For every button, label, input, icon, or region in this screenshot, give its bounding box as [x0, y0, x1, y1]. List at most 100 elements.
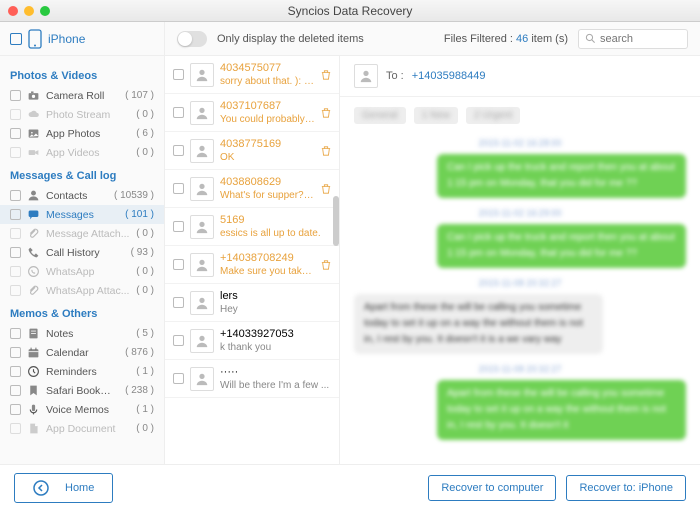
to-number: +14035988449: [412, 70, 486, 82]
conversation-row[interactable]: 4034575077sorry about that. ): okay,...: [165, 56, 339, 94]
chip[interactable]: 1 New: [414, 107, 458, 124]
chip[interactable]: General: [354, 107, 406, 124]
message-timestamp: 2015-11-02 16:29:00: [354, 208, 686, 218]
checkbox[interactable]: [173, 259, 184, 270]
checkbox[interactable]: [10, 404, 21, 415]
sidebar-item-count: ( 1 ): [136, 404, 154, 415]
avatar-icon: [190, 215, 214, 239]
trash-icon: [321, 260, 331, 270]
sidebar-item-reminder[interactable]: Reminders( 1 ): [0, 362, 164, 381]
search-field[interactable]: [578, 29, 688, 49]
checkbox[interactable]: [10, 366, 21, 377]
sidebar-item-label: Reminders: [46, 366, 130, 378]
conversation-row[interactable]: +14033927053k thank you: [165, 322, 339, 360]
conversation-name: 4038775169: [220, 138, 315, 150]
avatar-icon: [190, 291, 214, 315]
top-toolbar: iPhone Only display the deleted items Fi…: [0, 22, 700, 56]
sidebar-item-phone[interactable]: Call History( 93 ): [0, 243, 164, 262]
checkbox[interactable]: [173, 107, 184, 118]
home-button[interactable]: Home: [14, 473, 113, 503]
conversation-list: 4034575077sorry about that. ): okay,...4…: [165, 56, 340, 464]
filter-chips: General 1 New 2 Urgent: [354, 107, 686, 124]
checkbox[interactable]: [173, 373, 184, 384]
sidebar-item-calendar[interactable]: Calendar( 876 ): [0, 343, 164, 362]
sidebar-item-video: App Videos( 0 ): [0, 143, 164, 162]
checkbox[interactable]: [173, 145, 184, 156]
avatar-icon: [190, 101, 214, 125]
checkbox[interactable]: [173, 335, 184, 346]
conversation-row[interactable]: 4037107687You could probably use ...: [165, 94, 339, 132]
attach-icon: [27, 227, 40, 240]
checkbox[interactable]: [10, 128, 21, 139]
avatar-icon: [190, 177, 214, 201]
sidebar-item-label: Notes: [46, 328, 130, 340]
checkbox[interactable]: [10, 247, 21, 258]
conversation-preview: OK: [220, 152, 315, 163]
avatar-icon: [190, 253, 214, 277]
checkbox[interactable]: [10, 385, 21, 396]
checkbox[interactable]: [173, 69, 184, 80]
note-icon: [27, 327, 40, 340]
conversation-name: ·····: [220, 366, 331, 378]
incoming-message: Apart from these the will be calling you…: [354, 294, 603, 354]
avatar-icon: [190, 139, 214, 163]
checkbox[interactable]: [10, 90, 21, 101]
sidebar-item-message[interactable]: Messages( 101 ): [0, 205, 164, 224]
sidebar-item-photo[interactable]: App Photos( 6 ): [0, 124, 164, 143]
checkbox: [10, 109, 21, 120]
recipient-header: To : +14035988449: [340, 56, 700, 97]
sidebar-item-count: ( 101 ): [125, 209, 154, 220]
search-input[interactable]: [600, 33, 680, 45]
conversation-name: 4034575077: [220, 62, 315, 74]
scrollbar-thumb[interactable]: [333, 196, 339, 246]
trash-icon: [321, 70, 331, 80]
sidebar-item-bookmark[interactable]: Safari Bookmark( 238 ): [0, 381, 164, 400]
sidebar-item-count: ( 93 ): [131, 247, 154, 258]
sidebar-item-cloud: Photo Stream( 0 ): [0, 105, 164, 124]
sidebar-item-camera[interactable]: Camera Roll( 107 ): [0, 86, 164, 105]
conversation-row[interactable]: 4038808629What's for supper? I co...: [165, 170, 339, 208]
filter-bar: Only display the deleted items Files Fil…: [165, 29, 700, 49]
checkbox[interactable]: [10, 190, 21, 201]
checkbox[interactable]: [10, 209, 21, 220]
conversation-preview: What's for supper? I co...: [220, 190, 315, 201]
sidebar-item-label: Message Attach...: [46, 228, 130, 240]
only-deleted-toggle[interactable]: [177, 31, 207, 47]
checkbox[interactable]: [173, 221, 184, 232]
sidebar-item-label: WhatsApp Attac...: [46, 285, 130, 297]
sidebar-item-voice[interactable]: Voice Memos( 1 ): [0, 400, 164, 419]
avatar-icon: [190, 63, 214, 87]
recover-to-computer-button[interactable]: Recover to computer: [428, 475, 556, 501]
sidebar-item-attach: Message Attach...( 0 ): [0, 224, 164, 243]
conversation-row[interactable]: lersHey: [165, 284, 339, 322]
conversation-row[interactable]: +14038708249Make sure you take pho...: [165, 246, 339, 284]
conversation-name: +14033927053: [220, 328, 331, 340]
checkbox[interactable]: [173, 297, 184, 308]
checkbox[interactable]: [10, 328, 21, 339]
message-icon: [27, 208, 40, 221]
device-selector[interactable]: iPhone: [0, 22, 165, 55]
conversation-row[interactable]: ·····Will be there I'm a few ...: [165, 360, 339, 398]
avatar-icon: [190, 367, 214, 391]
reminder-icon: [27, 365, 40, 378]
sidebar-item-count: ( 0 ): [136, 266, 154, 277]
checkbox: [10, 285, 21, 296]
sidebar-item-label: Safari Bookmark: [46, 385, 119, 397]
outgoing-message: Can I pick up the truck and report then …: [437, 154, 686, 198]
checkbox[interactable]: [10, 347, 21, 358]
sidebar-item-contact[interactable]: Contacts( 10539 ): [0, 186, 164, 205]
conversation-preview: Hey: [220, 304, 331, 315]
checkbox: [10, 147, 21, 158]
recover-to-device-button[interactable]: Recover to: iPhone: [566, 475, 686, 501]
sidebar-item-note[interactable]: Notes( 5 ): [0, 324, 164, 343]
checkbox[interactable]: [173, 183, 184, 194]
conversation-row[interactable]: 5169essics is all up to date.: [165, 208, 339, 246]
sidebar-item-count: ( 107 ): [125, 90, 154, 101]
window-title: Syncios Data Recovery: [0, 4, 700, 18]
chip[interactable]: 2 Urgent: [466, 107, 520, 124]
sidebar-item-attach: WhatsApp Attac...( 0 ): [0, 281, 164, 300]
device-checkbox[interactable]: [10, 33, 22, 45]
conversation-preview: Make sure you take pho...: [220, 266, 315, 277]
sidebar-item-count: ( 876 ): [125, 347, 154, 358]
conversation-row[interactable]: 4038775169 OK: [165, 132, 339, 170]
